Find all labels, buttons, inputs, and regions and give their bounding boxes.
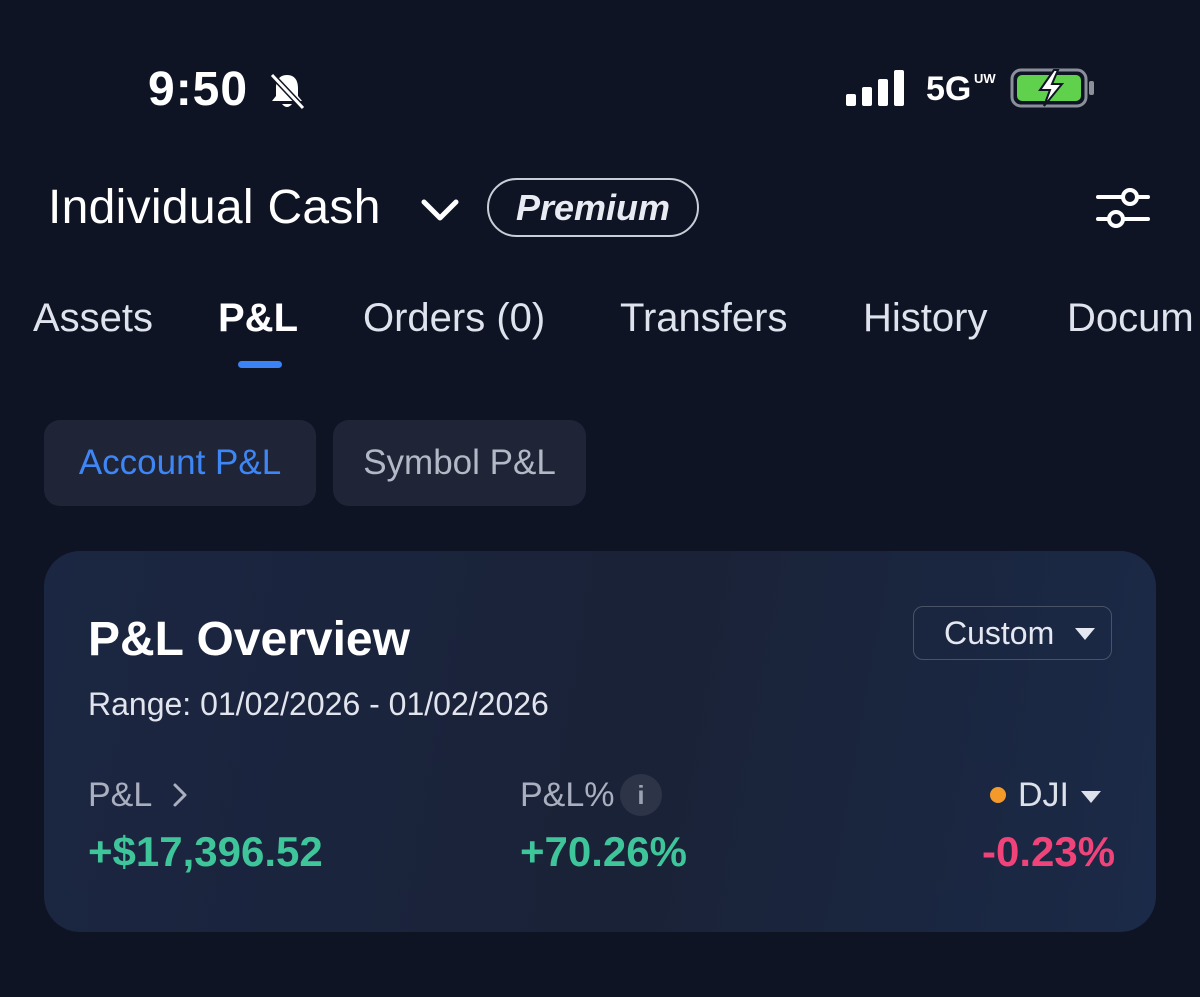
tab-bar: Assets P&L Orders (0) Transfers History … (0, 296, 1200, 376)
index-color-dot (990, 787, 1006, 803)
status-bar: 9:50 5G UW (0, 0, 1200, 180)
symbol-pnl-button[interactable]: Symbol P&L (333, 420, 586, 506)
premium-badge[interactable]: Premium (487, 178, 699, 237)
active-tab-indicator (238, 361, 282, 368)
filter-settings-icon[interactable] (1094, 183, 1152, 233)
network-type: 5G (926, 70, 972, 108)
tab-pnl[interactable]: P&L (218, 296, 298, 341)
pnl-percent-value: +70.26% (520, 828, 687, 875)
date-range: Range: 01/02/2026 - 01/02/2026 (88, 686, 549, 722)
network-sup: UW (974, 71, 996, 86)
index-change-value: -0.23% (982, 828, 1116, 875)
tab-history[interactable]: History (863, 296, 987, 341)
tab-documents[interactable]: Docum (1067, 296, 1194, 341)
period-select[interactable]: Custom (913, 606, 1112, 660)
battery-charging-icon (1010, 68, 1094, 108)
tab-transfers[interactable]: Transfers (620, 296, 787, 341)
index-selector[interactable]: DJI (1018, 776, 1069, 815)
account-selector[interactable]: Individual Cash (48, 180, 381, 235)
tab-assets[interactable]: Assets (33, 296, 153, 341)
signal-icon (846, 70, 904, 106)
caret-down-icon (1075, 628, 1095, 640)
pnl-value: +$17,396.52 (88, 828, 323, 875)
status-time: 9:50 (148, 63, 249, 116)
caret-down-icon[interactable] (1081, 791, 1101, 803)
period-select-label: Custom (944, 614, 1055, 651)
chevron-right-icon[interactable] (172, 782, 188, 808)
pnl-label[interactable]: P&L (88, 776, 152, 815)
info-icon[interactable]: i (620, 774, 662, 816)
card-title: P&L Overview (88, 613, 410, 666)
bell-muted-icon (269, 72, 306, 111)
tab-orders[interactable]: Orders (0) (363, 296, 545, 341)
chevron-down-icon[interactable] (418, 192, 462, 228)
pnl-percent-label: P&L% (520, 776, 615, 814)
account-pnl-button[interactable]: Account P&L (44, 420, 316, 506)
